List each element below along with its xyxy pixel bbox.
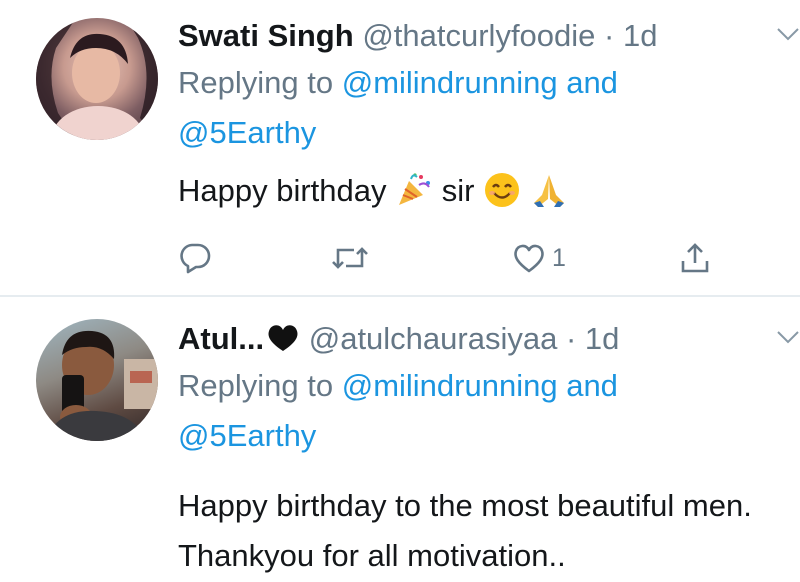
party-popper-icon bbox=[395, 171, 433, 209]
black-heart-icon bbox=[266, 323, 300, 353]
tweet-content: Atul... @atulchaurasiyaa · 1d Replying t… bbox=[178, 319, 760, 581]
mention-and[interactable]: and bbox=[566, 368, 618, 403]
replying-to: Replying to @milindrunning and @5Earthy bbox=[178, 58, 760, 158]
heart-outline-icon bbox=[512, 242, 546, 274]
avatar[interactable] bbox=[36, 18, 158, 140]
tweet-actions: 1 bbox=[178, 238, 738, 278]
like-count: 1 bbox=[552, 243, 566, 272]
tweet-content: Swati Singh @thatcurlyfoodie · 1d Replyi… bbox=[178, 16, 760, 216]
username[interactable]: @thatcurlyfoodie bbox=[362, 18, 595, 53]
smiling-face-icon bbox=[483, 171, 521, 209]
tweet-text-part: sir bbox=[441, 173, 475, 208]
mention-and[interactable]: and bbox=[566, 65, 618, 100]
tweet[interactable]: Swati Singh @thatcurlyfoodie · 1d Replyi… bbox=[0, 0, 800, 296]
folded-hands-icon bbox=[530, 171, 568, 209]
tweet-text-part: Happy birthday bbox=[178, 173, 387, 208]
mention-link[interactable]: @milindrunning bbox=[342, 368, 558, 403]
retweet-button[interactable] bbox=[330, 238, 370, 278]
replying-to-label: Replying to bbox=[178, 65, 334, 100]
tweet-text: Happy birthday sir bbox=[178, 166, 760, 216]
mention-link[interactable]: @5Earthy bbox=[178, 115, 316, 150]
share-icon bbox=[678, 241, 712, 275]
separator: · bbox=[604, 18, 615, 53]
tweet[interactable]: Atul... @atulchaurasiyaa · 1d Replying t… bbox=[0, 297, 800, 582]
avatar[interactable] bbox=[36, 319, 158, 441]
chevron-down-icon[interactable] bbox=[776, 26, 800, 42]
mention-link[interactable]: @5Earthy bbox=[178, 418, 316, 453]
retweet-icon bbox=[330, 241, 370, 275]
timestamp[interactable]: 1d bbox=[585, 321, 619, 356]
tweet-text: Happy birthday to the most beautiful men… bbox=[178, 488, 752, 573]
replying-to: Replying to @milindrunning and @5Earthy bbox=[178, 361, 760, 461]
reply-button[interactable] bbox=[178, 238, 212, 278]
mention-link[interactable]: @milindrunning bbox=[342, 65, 558, 100]
reply-icon bbox=[178, 241, 212, 275]
tweet-header: Atul... @atulchaurasiyaa · 1d bbox=[178, 319, 760, 359]
tweet-header: Swati Singh @thatcurlyfoodie · 1d bbox=[178, 16, 760, 56]
display-name[interactable]: Atul... bbox=[178, 321, 264, 356]
separator: · bbox=[565, 321, 577, 356]
username[interactable]: @atulchaurasiyaa bbox=[309, 321, 558, 356]
timestamp[interactable]: 1d bbox=[623, 18, 657, 53]
replying-to-label: Replying to bbox=[178, 368, 334, 403]
like-button[interactable]: 1 bbox=[512, 238, 566, 278]
share-button[interactable] bbox=[678, 238, 712, 278]
chevron-down-icon[interactable] bbox=[776, 329, 800, 345]
display-name[interactable]: Swati Singh bbox=[178, 18, 354, 53]
